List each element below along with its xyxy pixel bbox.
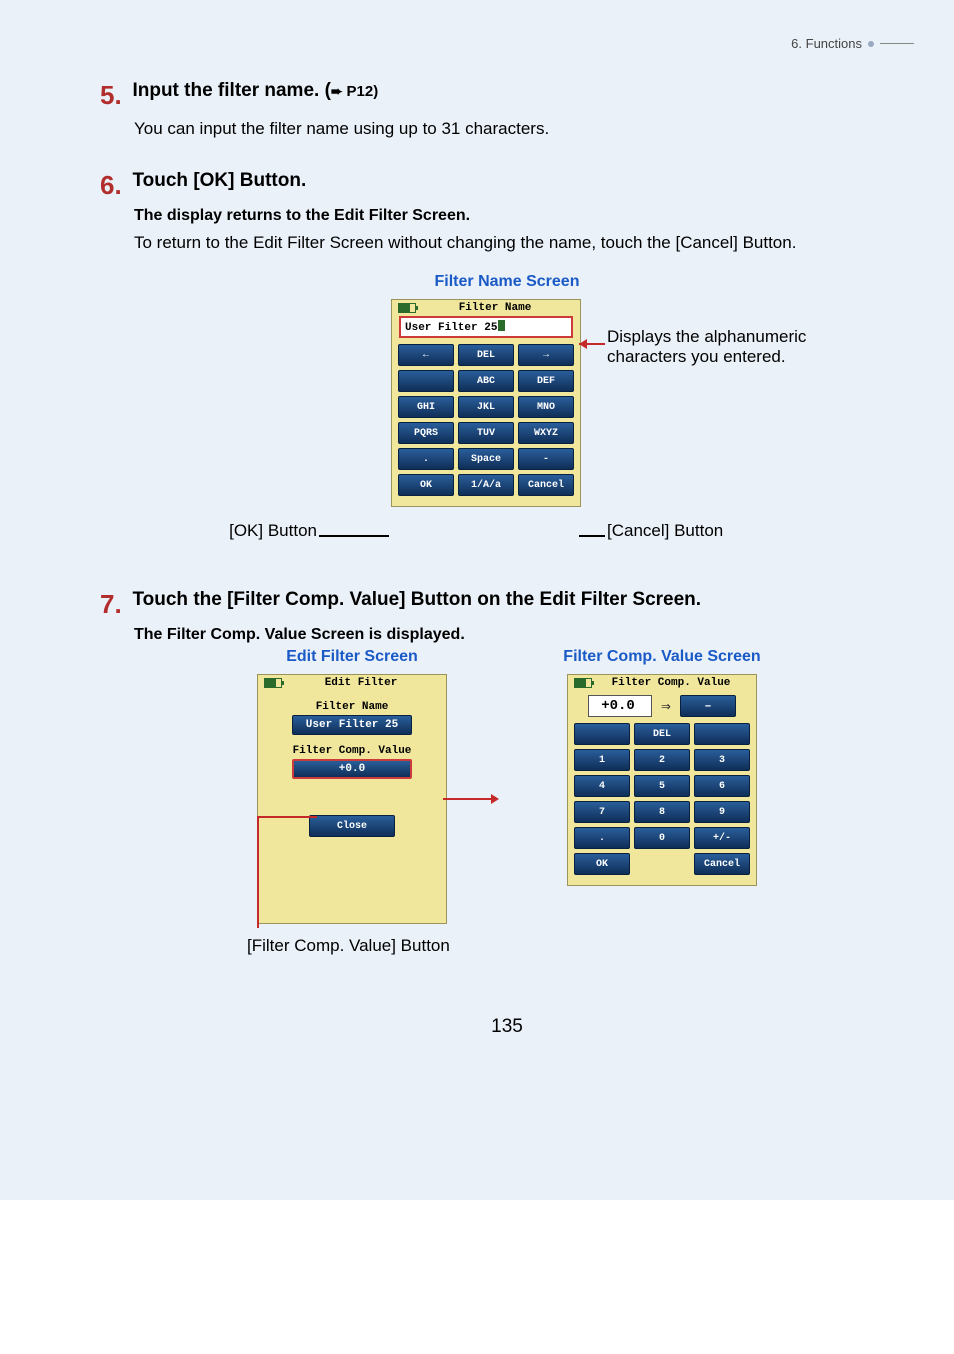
panel-titlebar: Edit Filter (258, 675, 446, 691)
header-section: 6. Functions (791, 36, 862, 51)
step-5-ref: ➨ P12) (331, 83, 378, 100)
key-jkl[interactable]: JKL (458, 396, 514, 418)
step-6-sub: The display returns to the Edit Filter S… (134, 207, 914, 225)
step-5-title: Input the filter name. ( (132, 80, 330, 101)
close-button[interactable]: Close (309, 815, 395, 837)
fig2-transition-arrow-icon (443, 798, 497, 800)
fig1-cancel-leader-line (579, 535, 605, 537)
key-right[interactable]: → (518, 344, 574, 366)
fig2a-leader-horizontal (257, 816, 317, 818)
filter-name-button[interactable]: User Filter 25 (292, 715, 412, 735)
cancel-button[interactable]: Cancel (518, 474, 574, 496)
fig2a-caption: Edit Filter Screen (286, 648, 418, 666)
fig1-field-leader-line (579, 343, 605, 345)
step-6-number: 6. (100, 170, 128, 201)
step-6-title: Touch [OK] Button. (132, 170, 306, 191)
fig1-ok-leader-line (319, 535, 389, 537)
key-5[interactable]: 5 (634, 775, 690, 797)
filter-name-label: Filter Name (258, 701, 446, 713)
header-dot-icon (868, 41, 874, 47)
key-dot[interactable]: . (398, 448, 454, 470)
step-7-title: Touch the [Filter Comp. Value] Button on… (132, 589, 701, 610)
step-6-body: To return to the Edit Filter Screen with… (134, 231, 914, 256)
key-left[interactable]: ← (398, 344, 454, 366)
step-5-body: You can input the filter name using up t… (134, 117, 914, 142)
key-dash[interactable]: - (518, 448, 574, 470)
fig1-ok-annotation: [OK] Button (117, 521, 317, 541)
key-pqrs[interactable]: PQRS (398, 422, 454, 444)
text-cursor-icon (498, 320, 505, 331)
key-sign[interactable]: +/- (694, 827, 750, 849)
panel-titlebar: Filter Name (392, 300, 580, 316)
ok-button[interactable]: OK (398, 474, 454, 496)
key-6[interactable]: 6 (694, 775, 750, 797)
ok-button[interactable]: OK (574, 853, 630, 875)
fig2a-below-annotation: [Filter Comp. Value] Button (247, 936, 450, 956)
page-number: 135 (100, 1016, 914, 1038)
key-7[interactable]: 7 (574, 801, 630, 823)
battery-icon (264, 678, 282, 688)
key-0[interactable]: 0 (634, 827, 690, 849)
fig2a-leader-vertical (257, 816, 259, 928)
key-dot[interactable]: . (574, 827, 630, 849)
key-9[interactable]: 9 (694, 801, 750, 823)
key-blank2[interactable] (694, 723, 750, 745)
cancel-button[interactable]: Cancel (694, 853, 750, 875)
key-1[interactable]: 1 (574, 749, 630, 771)
panel-title: Filter Name (416, 302, 574, 314)
key-blank1[interactable] (398, 370, 454, 392)
key-3[interactable]: 3 (694, 749, 750, 771)
key-2[interactable]: 2 (634, 749, 690, 771)
key-blank[interactable] (574, 723, 630, 745)
step-7-number: 7. (100, 589, 128, 620)
filter-name-field[interactable]: User Filter 25 (399, 316, 573, 338)
step-5-number: 5. (100, 80, 128, 111)
right-arrow-icon: ⇒ (656, 695, 676, 717)
key-abc[interactable]: ABC (458, 370, 514, 392)
fig1-cancel-annotation: [Cancel] Button (607, 521, 723, 541)
edit-filter-screen: Edit Filter Filter Name User Filter 25 F… (257, 674, 447, 924)
key-4[interactable]: 4 (574, 775, 630, 797)
display-aux: – (680, 695, 736, 717)
numeric-keypad: DEL 1 2 3 4 5 6 (574, 723, 750, 879)
key-space[interactable]: Space (458, 448, 514, 470)
fig1-caption: Filter Name Screen (100, 273, 914, 291)
battery-icon (574, 678, 592, 688)
panel-title: Filter Comp. Value (592, 677, 750, 689)
header-line-icon (880, 43, 914, 44)
filter-comp-value-screen: Filter Comp. Value +0.0 ⇒ – DEL (567, 674, 757, 886)
panel-titlebar: Filter Comp. Value (568, 675, 756, 691)
fig2b-caption: Filter Comp. Value Screen (563, 648, 760, 666)
battery-icon (398, 303, 416, 313)
key-mode[interactable]: 1/A/a (458, 474, 514, 496)
right-arrow-icon: ➨ (331, 83, 347, 99)
key-wxyz[interactable]: WXYZ (518, 422, 574, 444)
fig1-field-annotation: Displays the alphanumeric characters you… (607, 327, 867, 367)
alpha-keypad: ← DEL → ABC DEF GHI JKL MNO (398, 344, 574, 500)
key-del[interactable]: DEL (458, 344, 514, 366)
key-def[interactable]: DEF (518, 370, 574, 392)
filter-name-screen: Filter Name User Filter 25 ← DEL → ABC D… (391, 299, 581, 507)
key-del[interactable]: DEL (634, 723, 690, 745)
panel-title: Edit Filter (282, 677, 440, 689)
step-7-sub: The Filter Comp. Value Screen is display… (134, 626, 914, 644)
numeric-display-row: +0.0 ⇒ – (588, 695, 736, 717)
key-8[interactable]: 8 (634, 801, 690, 823)
filter-comp-label: Filter Comp. Value (258, 745, 446, 757)
key-mno[interactable]: MNO (518, 396, 574, 418)
filter-comp-value-button[interactable]: +0.0 (292, 759, 412, 779)
page-header: 6. Functions (791, 36, 914, 51)
key-ghi[interactable]: GHI (398, 396, 454, 418)
numeric-display: +0.0 (588, 695, 652, 717)
key-tuv[interactable]: TUV (458, 422, 514, 444)
